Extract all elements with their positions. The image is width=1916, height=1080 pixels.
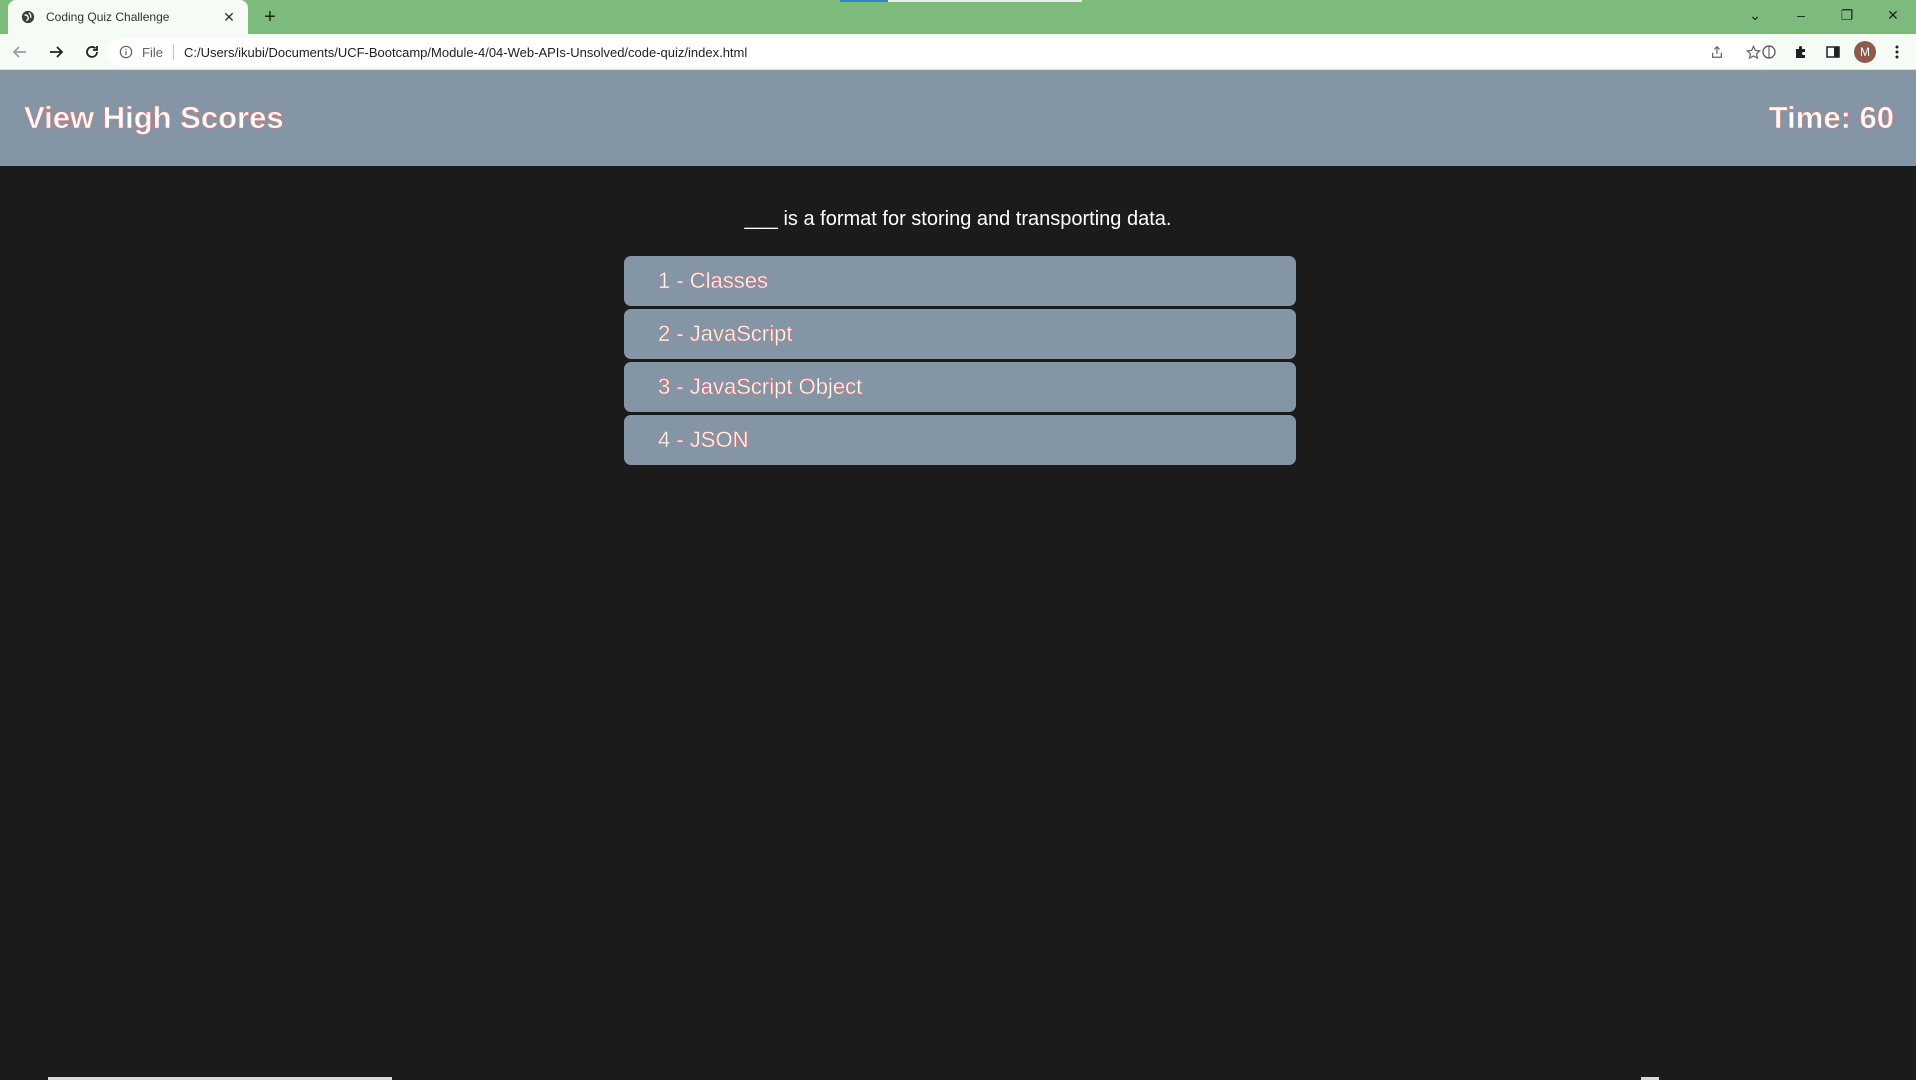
- browser-tab[interactable]: Coding Quiz Challenge ✕: [8, 0, 248, 34]
- address-divider: [172, 44, 174, 60]
- side-panel-icon[interactable]: [1822, 41, 1844, 63]
- back-button[interactable]: [4, 36, 36, 68]
- reload-icon: [86, 45, 98, 58]
- tab-search-chevron-icon[interactable]: ⌄: [1732, 0, 1778, 30]
- reload-button[interactable]: [76, 36, 108, 68]
- quiz-header: View High Scores Time: 60: [0, 70, 1916, 166]
- browser-toolbar: File C:/Users/ikubi/Documents/UCF-Bootca…: [0, 34, 1916, 70]
- restore-button[interactable]: ❐: [1824, 0, 1870, 30]
- window-controls: ⌄ – ❐ ✕: [1732, 0, 1916, 30]
- share-icon[interactable]: [1706, 41, 1728, 63]
- arrow-right-icon: [50, 45, 64, 58]
- globe-icon: [20, 9, 36, 25]
- close-tab-icon[interactable]: ✕: [220, 8, 238, 26]
- url-text[interactable]: C:/Users/ikubi/Documents/UCF-Bootcamp/Mo…: [184, 45, 1706, 60]
- toolbar-right: M: [1758, 36, 1908, 68]
- browser-tab-bar: Coding Quiz Challenge ✕ + ⌄ – ❐ ✕: [0, 0, 1916, 34]
- profile-avatar[interactable]: M: [1854, 41, 1876, 63]
- answer-list: 1 - Classes 2 - JavaScript 3 - JavaScrip…: [624, 256, 1296, 465]
- arrow-left-icon: [12, 45, 26, 58]
- answer-button-1[interactable]: 1 - Classes: [624, 256, 1296, 306]
- address-bar[interactable]: File C:/Users/ikubi/Documents/UCF-Bootca…: [108, 38, 1776, 66]
- minimize-button[interactable]: –: [1778, 0, 1824, 30]
- kebab-menu-icon[interactable]: [1886, 41, 1908, 63]
- new-tab-button[interactable]: +: [258, 6, 282, 28]
- answer-button-4[interactable]: 4 - JSON: [624, 415, 1296, 465]
- answer-button-3[interactable]: 3 - JavaScript Object: [624, 362, 1296, 412]
- view-high-scores-link[interactable]: View High Scores: [24, 100, 284, 136]
- forward-button[interactable]: [40, 36, 72, 68]
- extension-circle-icon[interactable]: [1758, 41, 1780, 63]
- page-content: View High Scores Time: 60 ___ is a forma…: [0, 70, 1916, 1080]
- puzzle-extensions-icon[interactable]: [1790, 41, 1812, 63]
- tab-title: Coding Quiz Challenge: [46, 10, 170, 24]
- info-icon[interactable]: [118, 44, 134, 60]
- address-scheme: File: [142, 44, 163, 60]
- timer-display: Time: 60: [1768, 100, 1894, 136]
- tab-strip-indicator: [840, 0, 1082, 2]
- close-window-button[interactable]: ✕: [1870, 0, 1916, 30]
- question-text: ___ is a format for storing and transpor…: [744, 208, 1172, 230]
- answer-button-2[interactable]: 2 - JavaScript: [624, 309, 1296, 359]
